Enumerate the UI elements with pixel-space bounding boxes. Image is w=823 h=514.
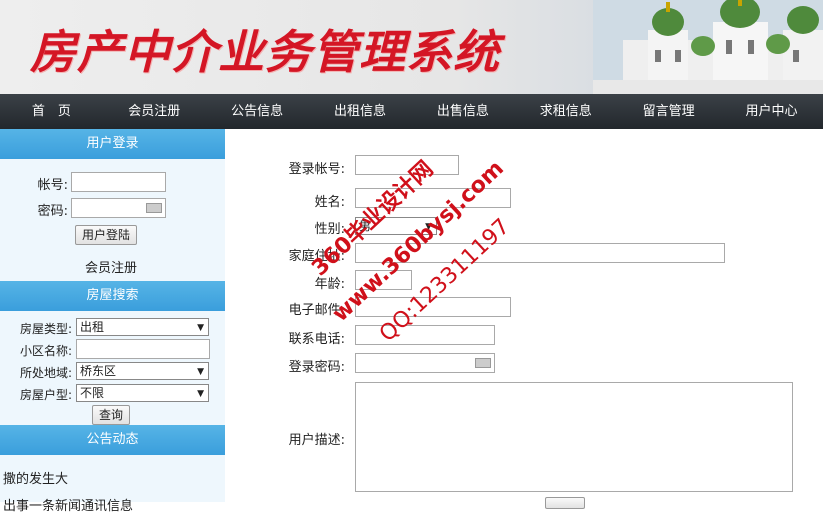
name-field-label: 姓名: (314, 195, 345, 210)
notice-item[interactable]: 撒的发生大 (3, 468, 68, 487)
nav-wanted-rent[interactable]: 求租信息 (514, 94, 617, 129)
query-button[interactable]: 查询 (92, 405, 131, 425)
account-field-label: 登录帐号: (288, 162, 345, 177)
registration-form: 登录帐号: 姓名: 性别: 男 ▼ 家庭住址: 年龄: 电子邮件: 联系电话: 登… (225, 129, 823, 509)
area-value: 桥东区 (80, 364, 117, 378)
cathedral-image (593, 0, 823, 94)
password-input[interactable] (71, 198, 166, 218)
register-link[interactable]: 会员注册 (85, 257, 137, 276)
chevron-down-icon: ▼ (197, 367, 204, 377)
nav-register[interactable]: 会员注册 (103, 94, 206, 129)
description-field-label: 用户描述: (288, 433, 345, 448)
nav-messages[interactable]: 留言管理 (617, 94, 720, 129)
nav-rent-out[interactable]: 出租信息 (309, 94, 412, 129)
password-field[interactable] (355, 353, 495, 373)
nav-for-sale[interactable]: 出售信息 (412, 94, 515, 129)
account-label: 帐号: (37, 178, 68, 193)
nav-home[interactable]: 首 页 (0, 94, 103, 129)
chevron-down-icon: ▼ (197, 323, 204, 333)
notice-item[interactable]: 出事一条新闻通讯信息 (3, 495, 133, 514)
chevron-down-icon: ▼ (197, 389, 204, 399)
sidebar: 用户登录 帐号: 密码: 用户登陆 会员注册 房屋搜索 房屋类型: 出租 ▼ 小区… (0, 129, 225, 514)
house-type-label: 房屋类型: (19, 322, 72, 336)
account-input[interactable] (71, 172, 166, 192)
area-select[interactable]: 桥东区 ▼ (76, 362, 209, 380)
phone-field-label: 联系电话: (288, 332, 345, 347)
password-field-label: 登录密码: (288, 360, 345, 375)
header-banner: 房产中介业务管理系统 (0, 0, 823, 94)
keyboard-icon (475, 358, 491, 368)
login-button[interactable]: 用户登陆 (75, 225, 138, 245)
house-type-select[interactable]: 出租 ▼ (76, 318, 209, 336)
search-section-title: 房屋搜索 (0, 281, 225, 311)
login-section-title: 用户登录 (0, 129, 225, 159)
layout-select[interactable]: 不限 ▼ (76, 384, 209, 402)
nav-announcements[interactable]: 公告信息 (206, 94, 309, 129)
community-input[interactable] (76, 339, 210, 359)
password-label: 密码: (37, 204, 68, 219)
community-label: 小区名称: (19, 344, 72, 358)
area-label: 所处地域: (19, 366, 72, 380)
main-nav: 首 页 会员注册 公告信息 出租信息 出售信息 求租信息 留言管理 用户中心 (0, 94, 823, 129)
description-textarea[interactable] (355, 382, 793, 492)
nav-user-center[interactable]: 用户中心 (720, 94, 823, 129)
keyboard-icon (146, 203, 162, 213)
site-title: 房产中介业务管理系统 (30, 25, 500, 79)
layout-value: 不限 (80, 386, 105, 400)
submit-button-partial[interactable] (545, 497, 585, 509)
notice-section-title: 公告动态 (0, 425, 225, 455)
layout-label: 房屋户型: (19, 388, 72, 402)
house-type-value: 出租 (80, 320, 105, 334)
